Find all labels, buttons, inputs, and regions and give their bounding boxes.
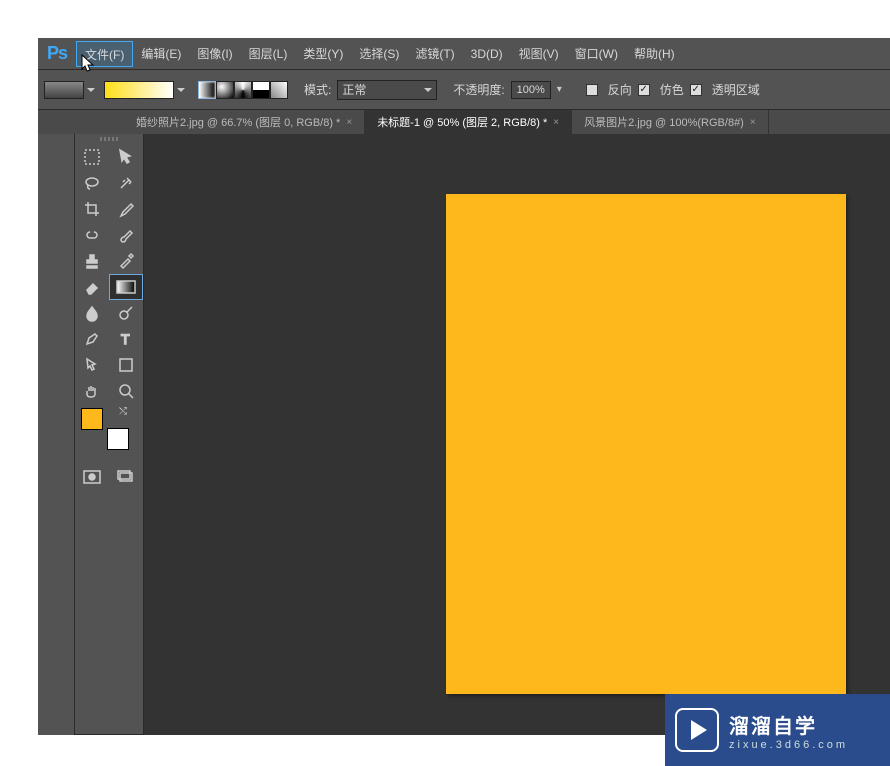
foreground-color[interactable]	[81, 408, 103, 430]
dodge-tool[interactable]	[109, 300, 143, 326]
dither-checkbox[interactable]	[638, 84, 650, 96]
document-tab-label: 风景图片2.jpg @ 100%(RGB/8#)	[584, 114, 744, 130]
canvas-area[interactable]	[144, 134, 890, 735]
blur-tool[interactable]	[75, 300, 109, 326]
quickmask-tool[interactable]	[75, 464, 109, 490]
document-tabs: 婚纱照片2.jpg @ 66.7% (图层 0, RGB/8) * × 未标题-…	[38, 110, 890, 134]
crop-tool[interactable]	[75, 196, 109, 222]
lasso-tool[interactable]	[75, 170, 109, 196]
gradient-diamond-button[interactable]	[270, 81, 288, 99]
opacity-input[interactable]: 100%	[511, 81, 551, 99]
gradient-reflected-button[interactable]	[252, 81, 270, 99]
hand-tool[interactable]	[75, 378, 109, 404]
menu-edit[interactable]: 编辑(E)	[133, 41, 189, 67]
transparency-label: 透明区域	[712, 81, 760, 98]
close-icon[interactable]: ×	[346, 117, 352, 128]
svg-text:T: T	[121, 331, 130, 347]
menu-type[interactable]: 类型(Y)	[295, 41, 351, 67]
gradient-tool[interactable]	[109, 274, 143, 300]
menu-help[interactable]: 帮助(H)	[626, 41, 683, 67]
document-tab-1[interactable]: 婚纱照片2.jpg @ 66.7% (图层 0, RGB/8) * ×	[124, 110, 365, 134]
menu-bar: 文件(F) 编辑(E) 图像(I) 图层(L) 类型(Y) 选择(S) 滤镜(T…	[76, 38, 683, 70]
gradient-angle-button[interactable]	[234, 81, 252, 99]
move-tool[interactable]	[109, 144, 143, 170]
menu-3d[interactable]: 3D(D)	[463, 41, 511, 67]
app-logo: Ps	[38, 38, 76, 70]
reverse-checkbox[interactable]	[586, 84, 598, 96]
gradient-picker[interactable]	[104, 81, 174, 99]
screenmode-tool[interactable]	[109, 464, 143, 490]
menu-window[interactable]: 窗口(W)	[567, 41, 626, 67]
mode-label: 模式:	[304, 81, 331, 98]
history-brush-tool[interactable]	[109, 248, 143, 274]
left-gutter	[38, 134, 74, 735]
play-icon	[675, 708, 719, 752]
menu-filter[interactable]: 滤镜(T)	[407, 41, 462, 67]
color-swatches: ⤭	[81, 408, 115, 442]
transparency-checkbox[interactable]	[690, 84, 702, 96]
photoshop-app-window: Ps 文件(F) 编辑(E) 图像(I) 图层(L) 类型(Y) 选择(S) 滤…	[38, 38, 890, 735]
eyedropper-tool[interactable]	[109, 196, 143, 222]
menu-image[interactable]: 图像(I)	[189, 41, 240, 67]
document-tab-label: 未标题-1 @ 50% (图层 2, RGB/8) *	[377, 114, 547, 130]
document-tab-2[interactable]: 未标题-1 @ 50% (图层 2, RGB/8) * ×	[365, 110, 572, 134]
brush-tool[interactable]	[109, 222, 143, 248]
wand-tool[interactable]	[109, 170, 143, 196]
marquee-tool[interactable]	[75, 144, 109, 170]
opacity-dropdown-icon[interactable]: ▾	[557, 84, 562, 95]
menu-file[interactable]: 文件(F)	[76, 41, 133, 67]
tools-panel: T ⤭	[74, 134, 144, 735]
reverse-label: 反向	[608, 81, 632, 98]
stamp-tool[interactable]	[75, 248, 109, 274]
options-bar: 模式: 正常 不透明度: 100% ▾ 反向 仿色 透明区域	[38, 70, 890, 110]
pen-tool[interactable]	[75, 326, 109, 352]
gradient-type-group	[198, 81, 288, 99]
artboard[interactable]	[446, 194, 846, 694]
menu-view[interactable]: 视图(V)	[511, 41, 567, 67]
gradient-radial-button[interactable]	[216, 81, 234, 99]
menu-select[interactable]: 选择(S)	[351, 41, 407, 67]
shape-tool[interactable]	[109, 352, 143, 378]
panel-grip[interactable]	[75, 134, 143, 144]
watermark-url: zixue.3d66.com	[729, 739, 848, 751]
watermark-title: 溜溜自学	[729, 710, 848, 739]
document-tab-label: 婚纱照片2.jpg @ 66.7% (图层 0, RGB/8) *	[136, 114, 340, 130]
dither-label: 仿色	[660, 81, 684, 98]
document-tab-3[interactable]: 风景图片2.jpg @ 100%(RGB/8#) ×	[572, 110, 769, 134]
background-color[interactable]	[107, 428, 129, 450]
eraser-tool[interactable]	[75, 274, 109, 300]
zoom-tool[interactable]	[109, 378, 143, 404]
tool-preset-picker[interactable]	[44, 81, 84, 99]
menu-layer[interactable]: 图层(L)	[241, 41, 296, 67]
workspace: T ⤭	[38, 134, 890, 735]
path-select-tool[interactable]	[75, 352, 109, 378]
swap-colors-icon[interactable]: ⤭	[119, 406, 127, 417]
close-icon[interactable]: ×	[553, 117, 559, 128]
opacity-label: 不透明度:	[453, 81, 504, 98]
watermark-badge: 溜溜自学 zixue.3d66.com	[665, 694, 890, 766]
healing-tool[interactable]	[75, 222, 109, 248]
gradient-linear-button[interactable]	[198, 81, 216, 99]
type-tool[interactable]: T	[109, 326, 143, 352]
blend-mode-select[interactable]: 正常	[337, 80, 437, 100]
title-bar: Ps 文件(F) 编辑(E) 图像(I) 图层(L) 类型(Y) 选择(S) 滤…	[38, 38, 890, 70]
close-icon[interactable]: ×	[750, 117, 756, 128]
